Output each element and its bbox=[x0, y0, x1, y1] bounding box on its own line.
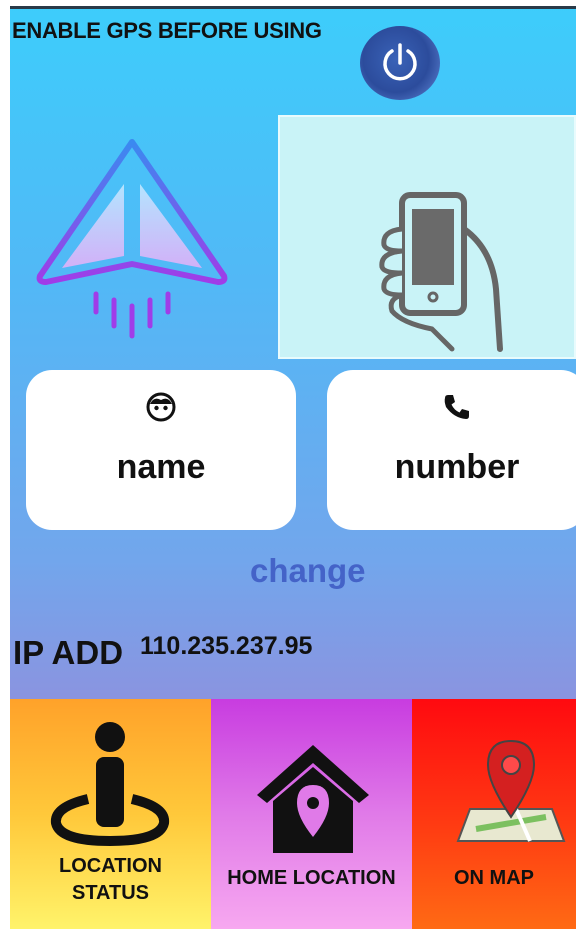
location-status-line2: STATUS bbox=[71, 882, 150, 904]
phone-icon bbox=[444, 395, 469, 419]
bottom-nav: LOCATION STATUS HOME LOCATION ON MAP bbox=[10, 699, 576, 929]
name-card[interactable]: name bbox=[26, 370, 296, 530]
paper-plane-icon bbox=[36, 139, 228, 339]
name-label: name bbox=[116, 448, 206, 486]
home-location-icon bbox=[257, 745, 369, 853]
gps-warning-text: ENABLE GPS BEFORE USING bbox=[12, 18, 322, 43]
on-map-label: ON MAP bbox=[454, 867, 534, 889]
phone-image-panel[interactable] bbox=[278, 115, 576, 359]
location-status-button[interactable]: LOCATION STATUS bbox=[10, 699, 211, 929]
power-icon bbox=[383, 43, 417, 81]
map-pin-icon bbox=[456, 739, 566, 842]
number-card[interactable]: number bbox=[327, 370, 576, 530]
number-label: number bbox=[394, 448, 520, 486]
location-status-label: LOCATION STATUS bbox=[10, 853, 211, 907]
power-button[interactable] bbox=[360, 26, 440, 100]
face-icon bbox=[146, 392, 176, 422]
home-location-label: HOME LOCATION bbox=[227, 867, 396, 889]
status-bar-edge bbox=[10, 6, 576, 9]
ip-label: IP ADD bbox=[13, 634, 124, 671]
home-location-button[interactable]: HOME LOCATION bbox=[211, 699, 412, 929]
person-location-icon bbox=[50, 722, 170, 847]
change-button[interactable]: change bbox=[250, 552, 366, 590]
ip-value: 110.235.237.95 bbox=[140, 632, 313, 660]
app-screen: ENABLE GPS BEFORE USING name number chan… bbox=[10, 6, 576, 929]
location-status-line1: LOCATION bbox=[59, 855, 162, 877]
on-map-button[interactable]: ON MAP bbox=[412, 699, 576, 929]
hand-phone-icon bbox=[379, 192, 503, 352]
